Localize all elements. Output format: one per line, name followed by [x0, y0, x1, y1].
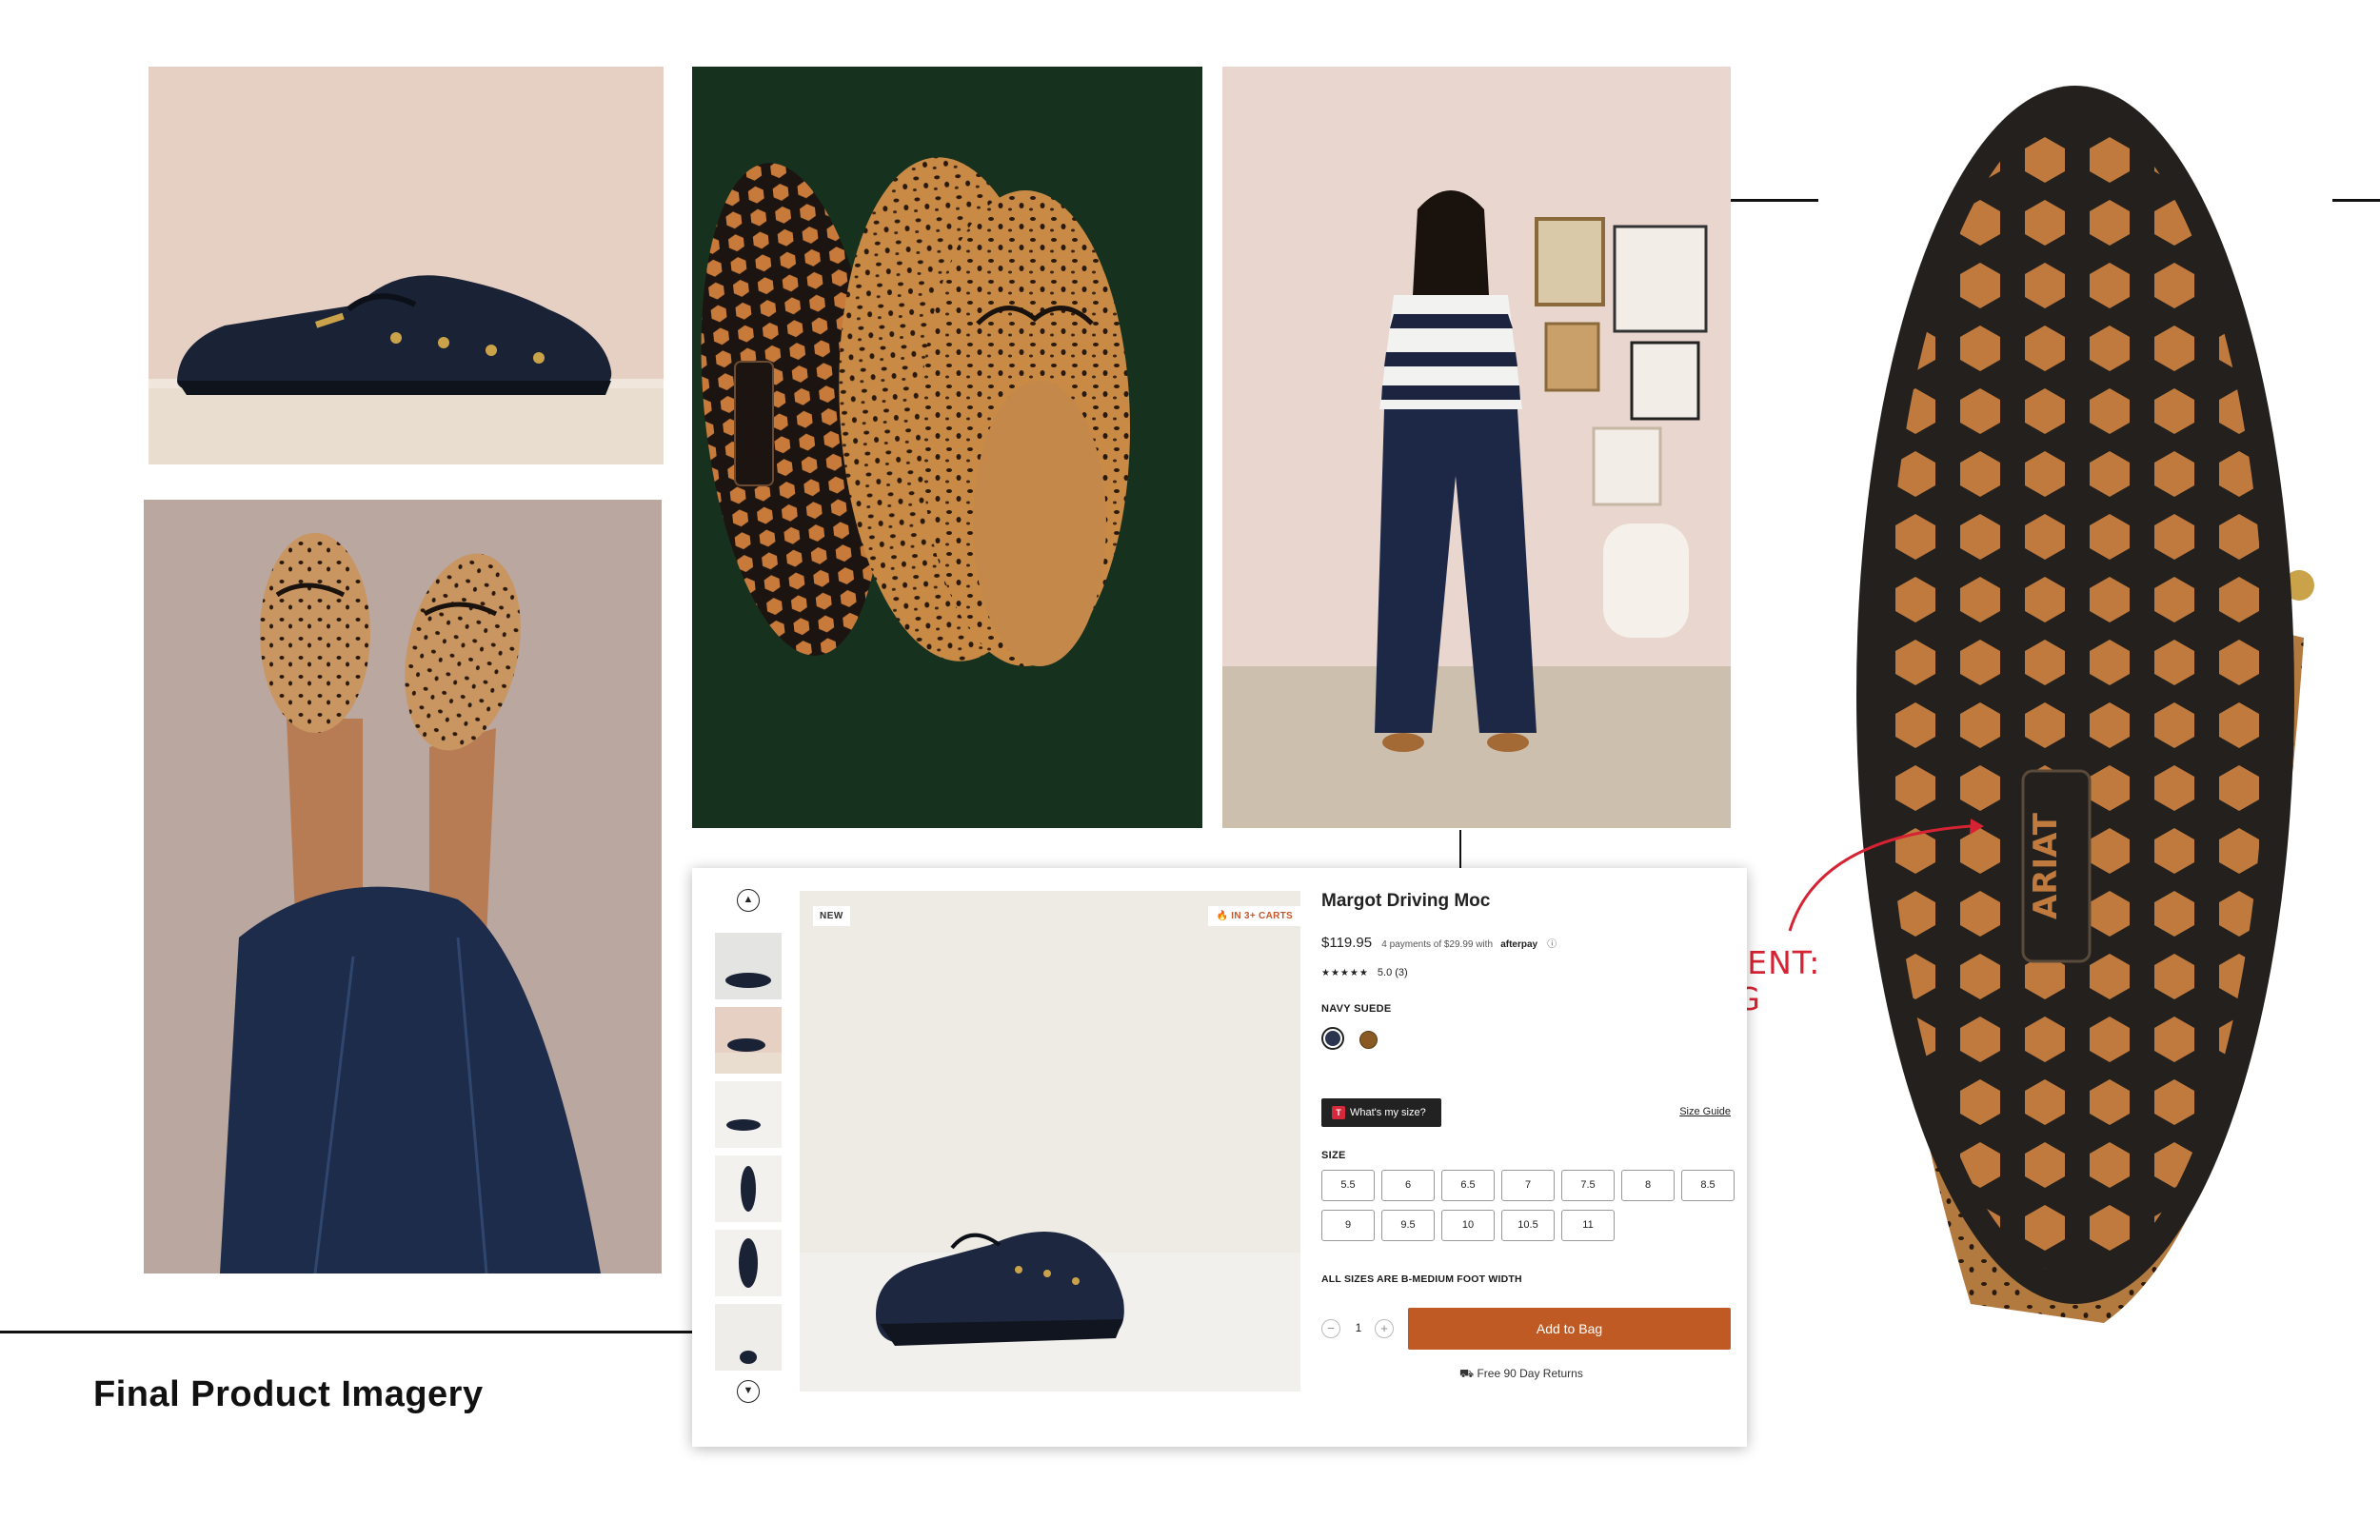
size-option[interactable]: 10 — [1441, 1210, 1495, 1241]
model-full-body-photo — [1222, 67, 1731, 828]
thumb-up-button[interactable]: ▲ — [737, 889, 760, 912]
info-icon[interactable]: ⓘ — [1547, 939, 1557, 950]
color-label: NAVY SUEDE — [1321, 1003, 1392, 1015]
swatch-navy[interactable] — [1321, 1027, 1344, 1050]
size-option[interactable]: 8 — [1621, 1170, 1675, 1201]
qty-plus-button[interactable]: + — [1375, 1319, 1394, 1338]
qty-value[interactable]: 1 — [1352, 1321, 1365, 1334]
product-page-card: ▲ ▼ NEW 🔥 IN 3+ CARTS Margot Driving Moc… — [692, 868, 1747, 1447]
star-rating-icon: ★★★★★ — [1321, 968, 1369, 978]
leopard-sole-closeup-photo: ARIAT — [1818, 67, 2332, 1361]
truck-icon: ⛟ — [1459, 1367, 1478, 1380]
thumbnail-3[interactable] — [715, 1081, 782, 1148]
size-option[interactable]: 9.5 — [1381, 1210, 1435, 1241]
size-option[interactable]: 11 — [1561, 1210, 1615, 1241]
size-label: SIZE — [1321, 1150, 1346, 1161]
leopard-moc-pair-photo — [692, 67, 1202, 828]
thumbnail-6[interactable] — [715, 1304, 782, 1371]
width-note: ALL SIZES ARE B-MEDIUM FOOT WIDTH — [1321, 1273, 1522, 1285]
whats-my-size-button[interactable]: T What's my size? — [1321, 1098, 1441, 1127]
in-carts-label: IN 3+ CARTS — [1231, 911, 1293, 921]
flame-icon: 🔥 — [1216, 911, 1232, 921]
size-option[interactable]: 6 — [1381, 1170, 1435, 1201]
main-product-image: NEW 🔥 IN 3+ CARTS — [800, 891, 1300, 1392]
sole-brand-text: ARIAT — [2027, 812, 2065, 919]
size-option[interactable]: 8.5 — [1681, 1170, 1735, 1201]
size-option[interactable]: 9 — [1321, 1210, 1375, 1241]
afterpay-logo[interactable]: afterpay — [1500, 939, 1537, 950]
price: $119.95 — [1321, 935, 1373, 951]
thumbnail-4[interactable] — [715, 1155, 782, 1222]
whats-my-size-label: What's my size? — [1350, 1107, 1426, 1118]
page-caption: Final Product Imagery — [93, 1374, 484, 1414]
size-option[interactable]: 5.5 — [1321, 1170, 1375, 1201]
in-carts-badge: 🔥 IN 3+ CARTS — [1208, 906, 1300, 926]
returns-text: Free 90 Day Returns — [1477, 1367, 1583, 1380]
price-row: $119.95 4 payments of $29.99 with afterp… — [1321, 935, 1557, 951]
thumbnail-1[interactable] — [715, 933, 782, 999]
installments-text: 4 payments of $29.99 with — [1381, 939, 1494, 950]
returns-note: ⛟ Free 90 Day Returns — [1459, 1367, 1583, 1382]
add-to-bag-button[interactable]: Add to Bag — [1408, 1308, 1731, 1350]
size-guide-link[interactable]: Size Guide — [1679, 1106, 1731, 1117]
size-option[interactable]: 7 — [1501, 1170, 1555, 1201]
thumb-down-button[interactable]: ▼ — [737, 1380, 760, 1403]
size-option[interactable]: 10.5 — [1501, 1210, 1555, 1241]
thumbnail-5[interactable] — [715, 1230, 782, 1296]
product-info-panel: Margot Driving Moc $119.95 4 payments of… — [1321, 891, 1735, 1380]
connector-line-bottom-left — [0, 1331, 692, 1333]
connector-line-vertical — [1459, 830, 1461, 868]
product-title: Margot Driving Moc — [1321, 891, 1491, 911]
legs-up-leopard-photo — [144, 500, 662, 1273]
quantity-stepper: − 1 + — [1321, 1317, 1398, 1342]
qty-minus-button[interactable]: − — [1321, 1319, 1340, 1338]
size-option[interactable]: 7.5 — [1561, 1170, 1615, 1201]
new-badge: NEW — [813, 906, 850, 926]
navy-moc-side-photo — [149, 67, 664, 464]
thumbnail-column: ▲ ▼ — [713, 887, 783, 1430]
rating-row[interactable]: ★★★★★ 5.0 (3) — [1321, 967, 1408, 978]
callout-arrow-icon — [1788, 819, 1984, 932]
thumbnail-2[interactable] — [715, 1007, 782, 1074]
size-tool-badge-icon: T — [1332, 1106, 1345, 1119]
swatch-leopard[interactable] — [1359, 1031, 1378, 1049]
size-option[interactable]: 6.5 — [1441, 1170, 1495, 1201]
rating-value: 5.0 (3) — [1377, 967, 1408, 978]
